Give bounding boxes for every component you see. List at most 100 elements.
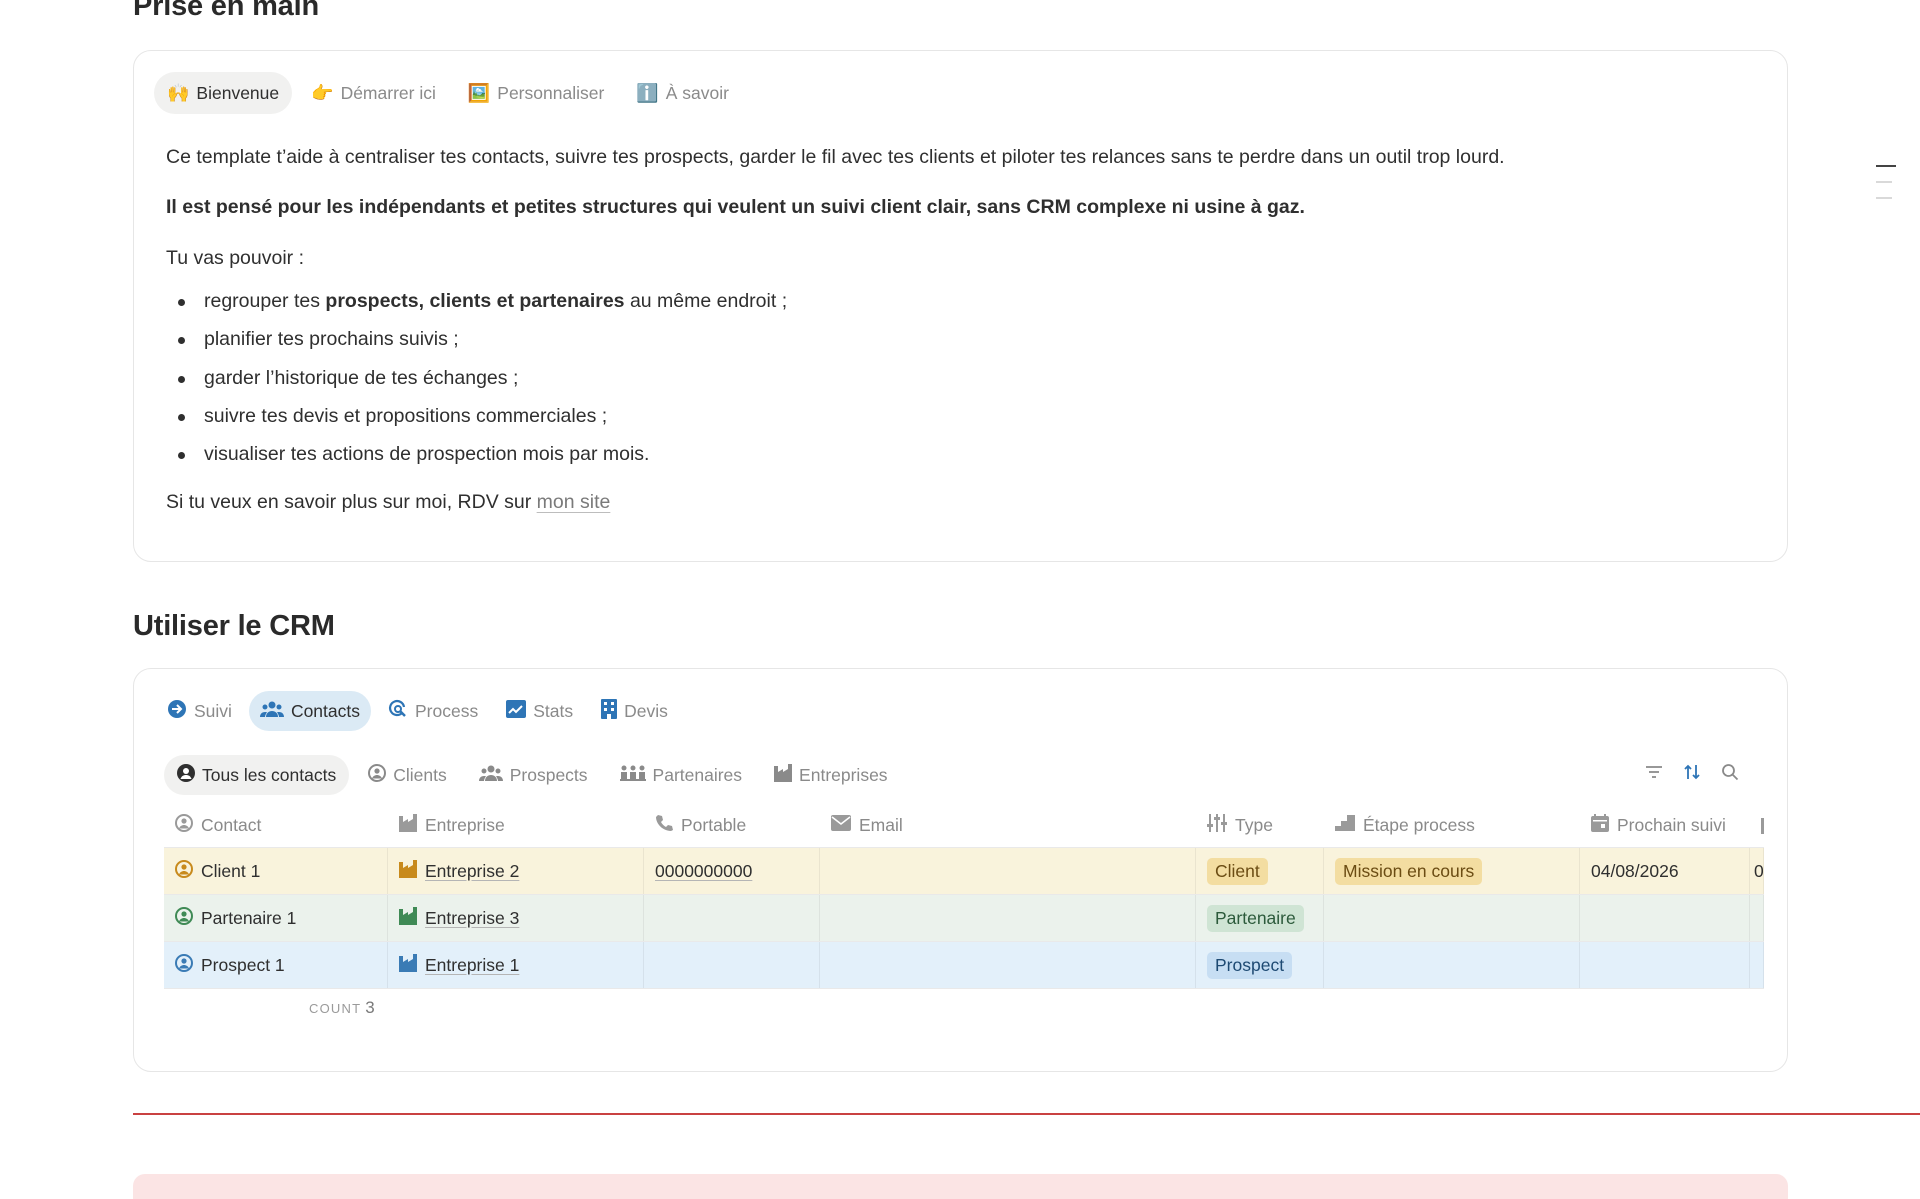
cell-portable[interactable] — [644, 895, 820, 941]
filter-icon[interactable] — [1645, 763, 1663, 781]
view-tous-les-contacts[interactable]: Tous les contacts — [164, 755, 350, 795]
tab-bar: 🙌 Bienvenue 👉 Démarrer ici 🖼️ Personnali… — [154, 72, 742, 114]
search-icon[interactable] — [1721, 763, 1739, 781]
cell-contact[interactable]: Client 1 — [164, 848, 388, 894]
list-item: visualiser tes actions de prospection mo… — [166, 442, 1726, 467]
column-label: Entreprise — [425, 815, 505, 835]
tab-label: À savoir — [665, 82, 729, 103]
count-label: COUNT — [309, 1001, 362, 1016]
cell-contact[interactable]: Partenaire 1 — [164, 895, 388, 941]
date-value: 04/08/2026 — [1591, 860, 1679, 881]
info-icon: ℹ️ — [636, 83, 659, 103]
tab-label: Process — [415, 700, 479, 721]
view-label: Tous les contacts — [202, 764, 337, 785]
view-prospects[interactable]: Prospects — [466, 755, 601, 795]
contacts-table: Contact Entreprise Portable Email Type É… — [164, 804, 1764, 989]
tab-contacts[interactable]: Contacts — [248, 691, 371, 731]
view-partenaires[interactable]: Partenaires — [607, 755, 756, 795]
cell-etape[interactable] — [1324, 942, 1580, 988]
tab-label: Suivi — [194, 700, 232, 721]
overflow-value: 0 — [1754, 860, 1764, 881]
user-circle-icon — [175, 953, 193, 977]
entreprise-link[interactable]: Entreprise 2 — [425, 861, 519, 882]
cell-portable[interactable] — [644, 942, 820, 988]
sort-icon[interactable] — [1683, 763, 1701, 781]
cell-portable[interactable]: 0000000000 — [644, 848, 820, 894]
mon-site-link[interactable]: mon site — [537, 491, 611, 513]
view-clients[interactable]: Clients — [355, 755, 460, 795]
cell-entreprise[interactable]: Entreprise 3 — [388, 895, 644, 941]
cell-entreprise[interactable]: Entreprise 2 — [388, 848, 644, 894]
refresh-search-icon — [388, 699, 408, 724]
tab-suivi[interactable]: Suivi — [156, 691, 243, 731]
cell-email[interactable] — [820, 942, 1196, 988]
tab-process[interactable]: Process — [377, 691, 489, 731]
toc-line[interactable] — [1876, 181, 1892, 183]
list-item: regrouper tes prospects, clients et part… — [166, 289, 1726, 314]
list-item: planifier tes prochains suivis ; — [166, 327, 1726, 352]
entreprise-link[interactable]: Entreprise 3 — [425, 908, 519, 929]
cell-email[interactable] — [820, 895, 1196, 941]
view-entreprises[interactable]: Entreprises — [761, 755, 901, 795]
cell-etape[interactable]: Mission en cours — [1324, 848, 1580, 894]
tab-stats[interactable]: Stats — [495, 691, 584, 731]
cell-type[interactable]: Client — [1196, 848, 1324, 894]
cell-overflow[interactable] — [1750, 895, 1764, 941]
calendar-icon — [1591, 814, 1609, 837]
tab-demarrer-ici[interactable]: 👉 Démarrer ici — [298, 72, 449, 114]
row-count: COUNT 3 — [309, 998, 375, 1018]
phone-value[interactable]: 0000000000 — [655, 861, 752, 882]
factory-icon — [399, 859, 417, 883]
user-circle-icon — [175, 814, 193, 837]
table-row[interactable]: Prospect 1 Entreprise 1 Prospect — [164, 942, 1764, 989]
factory-icon — [399, 906, 417, 930]
column-header-email[interactable]: Email — [820, 804, 1196, 847]
contact-name: Partenaire 1 — [201, 907, 297, 928]
view-label: Prospects — [509, 764, 588, 785]
cell-overflow[interactable] — [1750, 942, 1764, 988]
table-row[interactable]: Partenaire 1 Entreprise 3 Partenaire — [164, 895, 1764, 942]
cell-type[interactable]: Partenaire — [1196, 895, 1324, 941]
cell-entreprise[interactable]: Entreprise 1 — [388, 942, 644, 988]
entreprise-link[interactable]: Entreprise 1 — [425, 955, 519, 976]
column-header-entreprise[interactable]: Entreprise — [388, 804, 644, 847]
crm-tab-bar: Suivi Contacts Process Stats Devis — [156, 691, 679, 731]
bullet-bold-text: prospects, clients et partenaires — [325, 290, 625, 313]
tab-devis[interactable]: Devis — [590, 691, 679, 731]
feature-list: regrouper tes prospects, clients et part… — [166, 289, 1726, 468]
envelope-icon — [831, 815, 851, 836]
tab-a-savoir[interactable]: ℹ️ À savoir — [623, 72, 742, 114]
cell-prochain-suivi[interactable] — [1580, 942, 1750, 988]
tab-label: Démarrer ici — [340, 82, 436, 103]
column-header-overflow[interactable] — [1750, 804, 1764, 847]
column-label: Type — [1235, 815, 1273, 835]
table-header: Contact Entreprise Portable Email Type É… — [164, 804, 1764, 848]
cell-type[interactable]: Prospect — [1196, 942, 1324, 988]
tab-personnaliser[interactable]: 🖼️ Personnaliser — [455, 72, 617, 114]
footer-text: Si tu veux en savoir plus sur moi, RDV s… — [166, 490, 537, 513]
database-toolbar — [1645, 763, 1739, 781]
contact-name: Prospect 1 — [201, 954, 285, 975]
raising-hands-icon: 🙌 — [167, 83, 190, 103]
column-header-portable[interactable]: Portable — [644, 804, 820, 847]
cell-prochain-suivi[interactable] — [1580, 895, 1750, 941]
toc-line[interactable] — [1876, 165, 1896, 167]
column-header-prochain-suivi[interactable]: Prochain suivi — [1580, 804, 1750, 847]
cell-email[interactable] — [820, 848, 1196, 894]
phone-icon — [655, 814, 673, 837]
tab-bienvenue[interactable]: 🙌 Bienvenue — [154, 72, 293, 114]
bullet-text: au même endroit ; — [624, 290, 788, 313]
database-views: Tous les contacts Clients Prospects Part… — [164, 755, 901, 795]
column-label: Email — [859, 815, 903, 835]
column-header-type[interactable]: Type — [1196, 804, 1324, 847]
column-header-contact[interactable]: Contact — [164, 804, 388, 847]
cell-overflow[interactable]: 0 — [1750, 848, 1764, 894]
building-icon — [601, 698, 618, 724]
cell-prochain-suivi[interactable]: 04/08/2026 — [1580, 848, 1750, 894]
cell-etape[interactable] — [1324, 895, 1580, 941]
table-row[interactable]: Client 1 Entreprise 2 0000000000 Client … — [164, 848, 1764, 895]
cell-contact[interactable]: Prospect 1 — [164, 942, 388, 988]
type-tag: Client — [1207, 857, 1268, 885]
column-header-etape-process[interactable]: Étape process — [1324, 804, 1580, 847]
toc-line[interactable] — [1876, 197, 1892, 199]
